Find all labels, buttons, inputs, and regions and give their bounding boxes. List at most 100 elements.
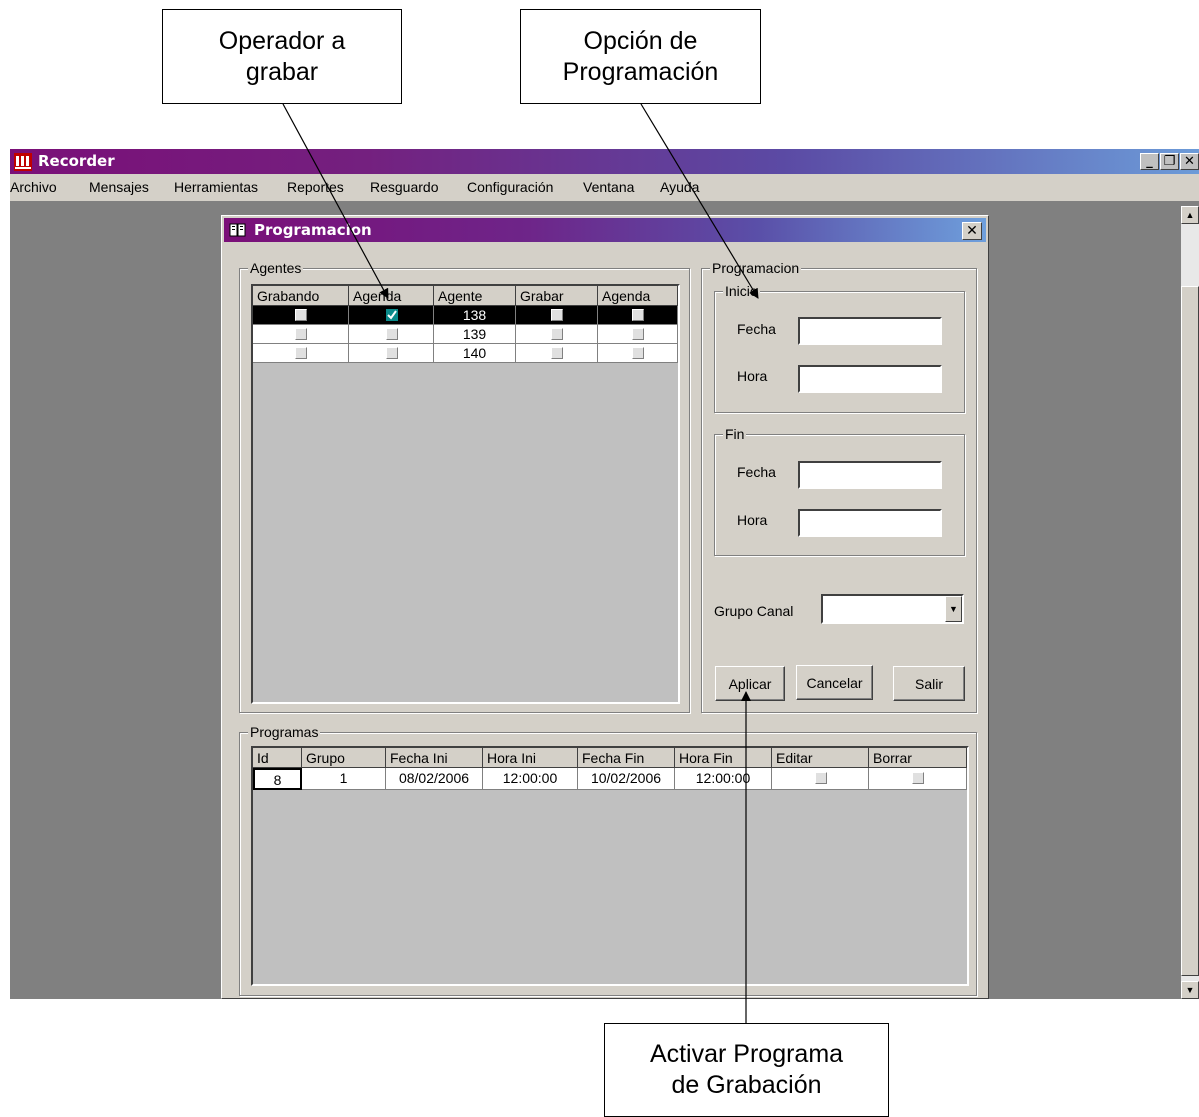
grupo-canal-label: Grupo Canal: [714, 603, 794, 619]
checkbox-icon[interactable]: [632, 347, 644, 359]
checkbox-icon[interactable]: [551, 347, 563, 359]
grabar-cell: [516, 306, 598, 325]
editar-cell: [772, 768, 869, 790]
agenda-cell: [349, 306, 434, 325]
table-row[interactable]: 8 1 08/02/2006 12:00:00 10/02/2006 12:00:00: [253, 768, 967, 790]
menu-ventana[interactable]: Ventana: [583, 179, 634, 195]
inicio-label: Inicio: [723, 283, 760, 299]
callout-opcion-de-programacion: Opción de Programación: [520, 9, 761, 104]
restore-button[interactable]: ❐: [1160, 153, 1179, 170]
col-grabando[interactable]: Grabando: [253, 286, 349, 306]
dialog-book-icon: [229, 223, 246, 237]
hora-fin-cell: 12:00:00: [675, 768, 772, 790]
col-agenda-2[interactable]: Agenda: [598, 286, 678, 306]
inicio-fecha-input[interactable]: [798, 317, 942, 345]
table-row[interactable]: 140: [253, 344, 678, 364]
checkbox-icon[interactable]: [385, 347, 398, 359]
programacion-dialog: Programacion ✕ Agentes Grabando Agenda A…: [221, 215, 989, 999]
scroll-up-icon[interactable]: ▲: [1181, 206, 1199, 224]
inicio-hora-label: Hora: [737, 368, 768, 384]
col-agente[interactable]: Agente: [434, 286, 516, 306]
dialog-titlebar[interactable]: Programacion ✕: [224, 218, 986, 242]
id-cell: 8: [253, 768, 302, 790]
grabando-cell: [253, 344, 349, 363]
fin-hora-label: Hora: [737, 512, 768, 528]
programas-label: Programas: [248, 724, 321, 740]
menu-archivo[interactable]: Archivo: [10, 179, 57, 195]
cancelar-button[interactable]: Cancelar: [796, 665, 873, 700]
grabar-cell: [516, 344, 598, 363]
agentes-label: Agentes: [248, 260, 304, 276]
col-grupo[interactable]: Grupo: [302, 748, 386, 768]
fin-label: Fin: [723, 426, 747, 442]
grabando-cell: [253, 325, 349, 344]
col-fecha-ini[interactable]: Fecha Ini: [386, 748, 483, 768]
programacion-label: Programacion: [710, 260, 802, 276]
chevron-down-icon[interactable]: ▼: [945, 596, 962, 622]
scroll-down-icon[interactable]: ▼: [1181, 981, 1199, 999]
fin-fecha-input[interactable]: [798, 461, 942, 489]
checked-checkbox-icon[interactable]: [385, 309, 398, 321]
fecha-fin-cell: 10/02/2006: [578, 768, 675, 790]
col-borrar[interactable]: Borrar: [869, 748, 967, 768]
menu-mensajes[interactable]: Mensajes: [89, 179, 149, 195]
checkbox-icon[interactable]: [295, 347, 307, 359]
close-button[interactable]: ✕: [1180, 153, 1199, 170]
fin-hora-input[interactable]: [798, 509, 942, 537]
menu-ayuda[interactable]: Ayuda: [660, 179, 699, 195]
fin-fecha-label: Fecha: [737, 464, 776, 480]
borrar-cell: [869, 768, 967, 790]
programas-group: Programas Id Grupo Fecha Ini Hora Ini Fe…: [239, 724, 977, 996]
checkbox-icon[interactable]: [385, 328, 398, 340]
table-row[interactable]: 138: [253, 306, 678, 326]
menu-bar: Archivo Mensajes Herramientas Reportes R…: [10, 174, 1199, 201]
agente-cell: 139: [434, 325, 516, 344]
agentes-group: Agentes Grabando Agenda Agente Grabar Ag…: [239, 260, 690, 713]
app-logo-icon: [14, 153, 32, 171]
col-fecha-fin[interactable]: Fecha Fin: [578, 748, 675, 768]
minimize-button[interactable]: _: [1140, 153, 1159, 170]
col-hora-ini[interactable]: Hora Ini: [483, 748, 578, 768]
app-titlebar[interactable]: Recorder _ ❐ ✕: [10, 149, 1199, 174]
callout-operador-a-grabar: Operador a grabar: [162, 9, 402, 104]
fin-group: Fin Fecha Hora: [714, 426, 965, 556]
checkbox-icon[interactable]: [295, 309, 307, 321]
menu-resguardo[interactable]: Resguardo: [370, 179, 439, 195]
checkbox-icon[interactable]: [632, 328, 644, 340]
agenda-cell: [349, 325, 434, 344]
agente-cell: 138: [434, 306, 516, 325]
checkbox-icon[interactable]: [551, 328, 563, 340]
agenda2-cell: [598, 306, 678, 325]
checkbox-icon[interactable]: [814, 772, 827, 784]
checkbox-icon[interactable]: [551, 309, 563, 321]
grabar-cell: [516, 325, 598, 344]
inicio-hora-input[interactable]: [798, 365, 942, 393]
agenda-cell: [349, 344, 434, 363]
col-id[interactable]: Id: [253, 748, 302, 768]
agenda2-cell: [598, 325, 678, 344]
table-row[interactable]: 139: [253, 325, 678, 345]
scroll-thumb[interactable]: [1181, 286, 1199, 976]
menu-reportes[interactable]: Reportes: [287, 179, 344, 195]
col-editar[interactable]: Editar: [772, 748, 869, 768]
inicio-group: Inicio Fecha Hora: [714, 283, 965, 413]
agentes-grid[interactable]: Grabando Agenda Agente Grabar Agenda 138…: [251, 284, 680, 704]
menu-configuracion[interactable]: Configuración: [467, 179, 553, 195]
menu-herramientas[interactable]: Herramientas: [174, 179, 258, 195]
checkbox-icon[interactable]: [632, 309, 644, 321]
salir-button[interactable]: Salir: [893, 666, 965, 701]
vertical-scrollbar[interactable]: ▲ ▼: [1181, 206, 1199, 999]
col-grabar[interactable]: Grabar: [516, 286, 598, 306]
inicio-fecha-label: Fecha: [737, 321, 776, 337]
programas-grid[interactable]: Id Grupo Fecha Ini Hora Ini Fecha Fin Ho…: [251, 746, 969, 986]
dialog-close-button[interactable]: ✕: [962, 222, 982, 240]
callout-activar-programa: Activar Programa de Grabación: [604, 1023, 889, 1117]
checkbox-icon[interactable]: [295, 328, 307, 340]
col-hora-fin[interactable]: Hora Fin: [675, 748, 772, 768]
col-agenda[interactable]: Agenda: [349, 286, 434, 306]
fecha-ini-cell: 08/02/2006: [386, 768, 483, 790]
checkbox-icon[interactable]: [912, 772, 924, 784]
grupo-canal-select[interactable]: ▼: [821, 594, 964, 624]
programacion-group: Programacion Inicio Fecha Hora Fin Fecha…: [701, 260, 977, 713]
aplicar-button[interactable]: Aplicar: [715, 666, 785, 701]
